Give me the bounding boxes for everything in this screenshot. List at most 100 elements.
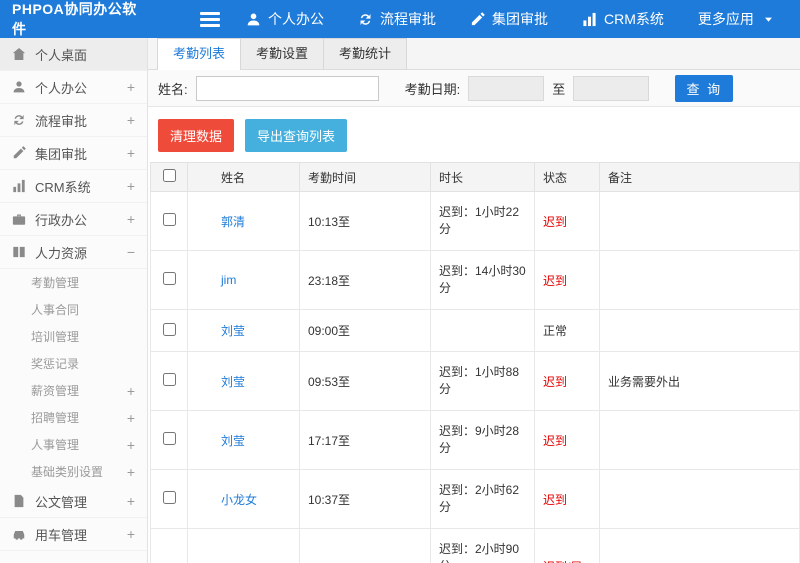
date-from-input[interactable] xyxy=(468,75,545,101)
employee-name-link[interactable]: 刘莹 xyxy=(221,375,245,389)
name-filter-input[interactable] xyxy=(195,75,379,101)
doc-icon xyxy=(12,494,26,508)
action-bar: 清理数据 导出查询列表 xyxy=(148,107,800,162)
employee-name-link[interactable]: 郭清 xyxy=(221,215,245,229)
note xyxy=(599,469,800,529)
expand-icon[interactable]: + xyxy=(127,79,135,95)
attendance-table: 姓名 考勤时间 时长 状态 备注 郭清 10:13至 迟到：1小时22分 迟到 xyxy=(150,162,800,563)
expand-icon[interactable]: + xyxy=(127,526,135,542)
sidebar-item-vehicle-management[interactable]: 用车管理 + xyxy=(0,518,147,551)
tab-attendance-statistics[interactable]: 考勤统计 xyxy=(323,38,408,69)
select-all-checkbox[interactable] xyxy=(162,169,176,182)
expand-icon[interactable]: + xyxy=(127,464,135,480)
note xyxy=(599,250,800,310)
note: 业务需要外出 xyxy=(599,351,800,411)
sidebar-item-human-resources[interactable]: 人力资源 − xyxy=(0,236,147,269)
edit-icon xyxy=(470,12,485,27)
expand-icon[interactable]: + xyxy=(127,410,135,426)
name-filter-label: 姓名: xyxy=(158,81,188,97)
collapse-icon[interactable]: − xyxy=(127,244,135,260)
status-badge: 迟到 xyxy=(543,492,568,507)
table-row: 郭清 10:13至 迟到：1小时22分 迟到 xyxy=(150,191,800,251)
sidebar-subitem-salary-management[interactable]: 薪资管理 + xyxy=(0,377,147,404)
menu-toggle-icon[interactable] xyxy=(200,9,220,30)
date-to-label: 至 xyxy=(552,81,566,97)
table-row: 刘莹 09:00至 正常 xyxy=(150,309,800,352)
table-row: 刘莹 17:17至 迟到：9小时28分 迟到 xyxy=(150,410,800,470)
app-title: PHPOA协同办公软件 xyxy=(12,1,137,37)
tab-attendance-settings[interactable]: 考勤设置 xyxy=(240,38,325,69)
topbar: PHPOA协同办公软件 个人办公 流程审批 集团审批 CRM系统 更多应用 xyxy=(0,0,800,38)
topnav-crm-system[interactable]: CRM系统 xyxy=(582,9,664,29)
topnav-group-approval[interactable]: 集团审批 xyxy=(470,9,548,29)
employee-name-link[interactable]: jim xyxy=(221,273,236,287)
expand-icon[interactable]: + xyxy=(127,493,135,509)
tab-bar: 考勤列表 考勤设置 考勤统计 xyxy=(148,38,800,70)
row-checkbox[interactable] xyxy=(162,432,176,445)
employee-name-link[interactable]: 刘莹 xyxy=(221,434,245,448)
sidebar-subitem-personnel-management[interactable]: 人事管理 + xyxy=(0,431,147,458)
attendance-time: 10:37至 xyxy=(299,469,431,529)
sidebar-subitem-personnel-contract[interactable]: 人事合同 xyxy=(0,296,147,323)
expand-icon[interactable]: + xyxy=(127,383,135,399)
expand-icon[interactable]: + xyxy=(127,178,135,194)
attendance-time: 17:17至 xyxy=(299,410,431,470)
sidebar-subitem-base-category-settings[interactable]: 基础类别设置 + xyxy=(0,458,147,485)
row-checkbox[interactable] xyxy=(162,272,176,285)
sidebar-subitem-recruitment-management[interactable]: 招聘管理 + xyxy=(0,404,147,431)
topnav-personal-office[interactable]: 个人办公 xyxy=(246,9,324,29)
flow-icon xyxy=(358,12,373,27)
topnav-workflow-approval[interactable]: 流程审批 xyxy=(358,9,436,29)
user-icon xyxy=(12,80,26,94)
attendance-time: 09:53至 xyxy=(299,351,431,411)
topnav-more-apps[interactable]: 更多应用 xyxy=(698,9,774,29)
status-badge: 正常 xyxy=(543,324,568,338)
sidebar-item-personal-desktop[interactable]: 个人桌面 xyxy=(0,38,147,71)
expand-icon[interactable]: + xyxy=(127,145,135,161)
expand-icon[interactable]: + xyxy=(127,211,135,227)
note xyxy=(599,191,800,251)
export-list-button[interactable]: 导出查询列表 xyxy=(245,119,348,152)
status-badge: 迟到 xyxy=(543,433,568,448)
sidebar-subitem-training-management[interactable]: 培训管理 xyxy=(0,323,147,350)
topnav-label: 个人办公 xyxy=(268,11,324,27)
header-duration: 时长 xyxy=(430,162,535,192)
row-checkbox[interactable] xyxy=(162,322,176,336)
car-icon xyxy=(12,527,26,541)
employee-name-link[interactable]: 小龙女 xyxy=(221,493,257,507)
table-row: 刘莹 09:53至 迟到：1小时88分 迟到 业务需要外出 xyxy=(150,351,800,411)
date-filter-label: 考勤日期: xyxy=(404,81,461,97)
clear-data-button[interactable]: 清理数据 xyxy=(158,119,235,152)
attendance-table-wrap: 姓名 考勤时间 时长 状态 备注 郭清 10:13至 迟到：1小时22分 迟到 xyxy=(148,162,800,563)
sidebar-item-workflow-approval[interactable]: 流程审批 + xyxy=(0,104,147,137)
duration: 迟到：14小时30分 xyxy=(439,264,526,295)
row-checkbox[interactable] xyxy=(162,491,176,504)
note xyxy=(599,309,800,352)
table-row: 管理员 10:54至10:54 迟到：2小时90分早退：7小时10分 迟到/早退… xyxy=(150,528,800,563)
employee-name-link[interactable]: 刘莹 xyxy=(221,324,245,338)
note xyxy=(599,410,800,470)
duration: 迟到：2小时62分 xyxy=(439,483,520,514)
search-button[interactable]: 查 询 xyxy=(675,74,734,102)
row-checkbox[interactable] xyxy=(162,373,176,386)
table-row: jim 23:18至 迟到：14小时30分 迟到 xyxy=(150,250,800,310)
filter-bar: 姓名: 考勤日期: 至 查 询 xyxy=(148,70,800,107)
user-icon xyxy=(246,12,261,27)
sidebar-item-crm-system[interactable]: CRM系统 + xyxy=(0,170,147,203)
row-checkbox[interactable] xyxy=(162,213,176,226)
sidebar-subitem-attendance-management[interactable]: 考勤管理 xyxy=(0,269,147,296)
header-status: 状态 xyxy=(534,162,600,192)
sidebar-item-group-approval[interactable]: 集团审批 + xyxy=(0,137,147,170)
sidebar-item-personal-office[interactable]: 个人办公 + xyxy=(0,71,147,104)
status-badge: 迟到 xyxy=(543,374,568,389)
note: 1111 xyxy=(599,528,800,563)
topnav-label: 更多应用 xyxy=(697,11,754,27)
attendance-time: 09:00至 xyxy=(299,309,431,352)
expand-icon[interactable]: + xyxy=(127,437,135,453)
date-to-input[interactable] xyxy=(573,75,650,101)
sidebar-item-admin-office[interactable]: 行政办公 + xyxy=(0,203,147,236)
sidebar-subitem-reward-punishment[interactable]: 奖惩记录 xyxy=(0,350,147,377)
tab-attendance-list[interactable]: 考勤列表 xyxy=(157,38,242,70)
sidebar-item-document-management[interactable]: 公文管理 + xyxy=(0,485,147,518)
expand-icon[interactable]: + xyxy=(127,112,135,128)
